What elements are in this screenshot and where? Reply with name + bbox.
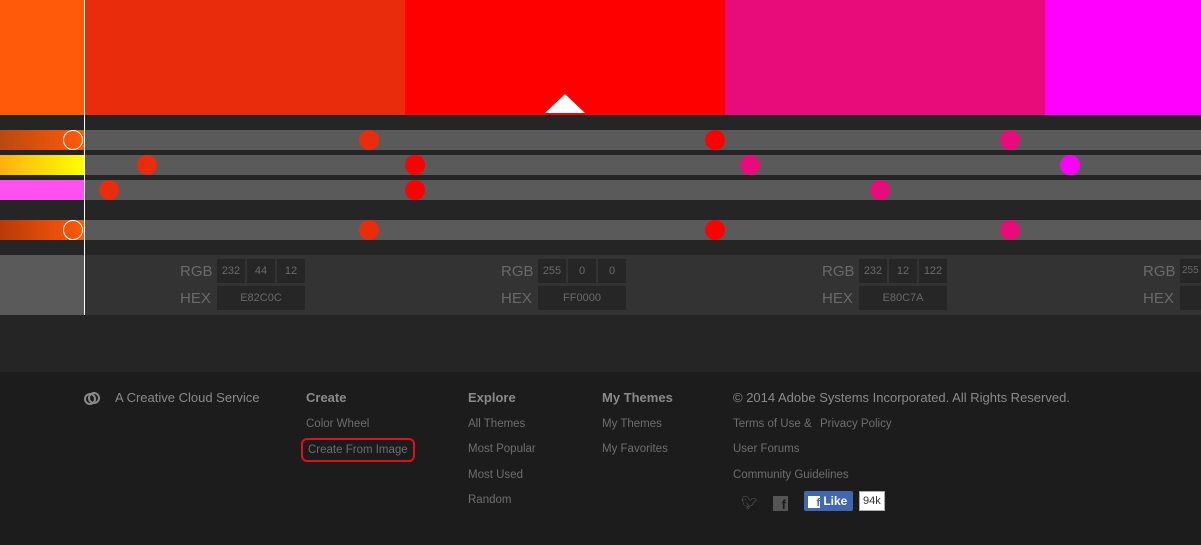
slider-track-2[interactable] bbox=[85, 155, 1201, 175]
rgb-label: RGB bbox=[180, 263, 213, 280]
hex-label: HEX bbox=[1143, 290, 1174, 307]
slider-dot[interactable] bbox=[870, 180, 890, 200]
explore-heading: Explore bbox=[468, 390, 516, 405]
slider-dot[interactable] bbox=[137, 155, 157, 175]
mythemes-heading: My Themes bbox=[602, 390, 673, 405]
hex-input[interactable] bbox=[1180, 286, 1201, 310]
link-terms[interactable]: Terms of Use bbox=[733, 418, 801, 430]
slider-track-1[interactable] bbox=[85, 130, 1201, 150]
link-random[interactable]: Random bbox=[468, 494, 511, 506]
link-my-favorites[interactable]: My Favorites bbox=[602, 443, 668, 455]
creative-cloud-icon bbox=[84, 392, 100, 405]
rgb-r-input[interactable]: 255 bbox=[538, 259, 566, 283]
link-user-forums[interactable]: User Forums bbox=[733, 443, 799, 455]
slider-handle-1[interactable] bbox=[63, 130, 83, 150]
slider-dot[interactable] bbox=[1060, 155, 1080, 175]
hex-label: HEX bbox=[501, 290, 532, 307]
hex-label: HEX bbox=[822, 290, 853, 307]
hex-label: HEX bbox=[180, 290, 211, 307]
slider-track-3[interactable] bbox=[85, 180, 1201, 200]
rgb-r-input[interactable]: 255 bbox=[1180, 259, 1201, 283]
like-label: Like bbox=[823, 494, 848, 508]
hex-input[interactable]: FF0000 bbox=[538, 286, 626, 310]
slider-handle-4[interactable] bbox=[63, 220, 83, 240]
rgb-b-input[interactable]: 12 bbox=[277, 259, 305, 283]
slider-gradient-2 bbox=[0, 155, 84, 175]
link-create-from-image[interactable]: Create From Image bbox=[301, 438, 415, 462]
rgb-label: RGB bbox=[1143, 263, 1176, 280]
hex-input[interactable]: E80C7A bbox=[859, 286, 947, 310]
slider-dot[interactable] bbox=[405, 180, 425, 200]
link-most-popular[interactable]: Most Popular bbox=[468, 443, 536, 455]
active-swatch-triangle-icon bbox=[545, 94, 585, 113]
facebook-icon[interactable]: f bbox=[773, 496, 788, 512]
swatch-4[interactable] bbox=[1045, 0, 1201, 115]
rgb-g-input[interactable]: 12 bbox=[889, 259, 917, 283]
slider-dot[interactable] bbox=[359, 220, 379, 240]
copyright: © 2014 Adobe Systems Incorporated. All R… bbox=[733, 390, 1070, 405]
rgb-g-input[interactable]: 0 bbox=[568, 259, 596, 283]
slider-dot[interactable] bbox=[405, 155, 425, 175]
twitter-icon[interactable]: 🐦︎ bbox=[741, 495, 758, 511]
selection-line bbox=[84, 0, 85, 315]
link-color-wheel[interactable]: Color Wheel bbox=[306, 418, 369, 430]
like-count: 94k bbox=[859, 491, 885, 511]
rgb-label: RGB bbox=[501, 263, 534, 280]
rgb-r-input[interactable]: 232 bbox=[217, 259, 245, 283]
rgb-g-input[interactable]: 44 bbox=[247, 259, 275, 283]
link-my-themes[interactable]: My Themes bbox=[602, 418, 662, 430]
rgb-label: RGB bbox=[822, 263, 855, 280]
ampersand: & bbox=[804, 418, 812, 430]
slider-dot[interactable] bbox=[705, 220, 725, 240]
link-privacy[interactable]: Privacy Policy bbox=[820, 418, 892, 430]
slider-dot[interactable] bbox=[705, 130, 725, 150]
link-community-guidelines[interactable]: Community Guidelines bbox=[733, 469, 849, 481]
rgb-b-input[interactable]: 0 bbox=[598, 259, 626, 283]
slider-dot[interactable] bbox=[359, 130, 379, 150]
swatch-0[interactable] bbox=[0, 0, 85, 115]
brand-text: A Creative Cloud Service bbox=[115, 390, 260, 405]
slider-gradient-3 bbox=[0, 180, 84, 200]
slider-dot[interactable] bbox=[99, 180, 119, 200]
slider-dot[interactable] bbox=[1000, 130, 1020, 150]
swatch-1[interactable] bbox=[85, 0, 405, 115]
create-heading: Create bbox=[306, 390, 347, 405]
selected-swatch-preview bbox=[0, 255, 84, 315]
hex-input[interactable]: E82C0C bbox=[217, 286, 305, 310]
facebook-like-button[interactable]: f Like bbox=[804, 491, 853, 511]
slider-dot[interactable] bbox=[740, 155, 760, 175]
slider-track-4[interactable] bbox=[85, 220, 1201, 240]
footer: A Creative Cloud Service Create Color Wh… bbox=[0, 372, 1201, 545]
facebook-logo-icon: f bbox=[808, 496, 820, 509]
slider-dot[interactable] bbox=[1000, 220, 1020, 240]
rgb-b-input[interactable]: 122 bbox=[919, 259, 947, 283]
link-all-themes[interactable]: All Themes bbox=[468, 418, 525, 430]
link-most-used[interactable]: Most Used bbox=[468, 469, 523, 481]
rgb-r-input[interactable]: 232 bbox=[859, 259, 887, 283]
swatch-3[interactable] bbox=[725, 0, 1045, 115]
